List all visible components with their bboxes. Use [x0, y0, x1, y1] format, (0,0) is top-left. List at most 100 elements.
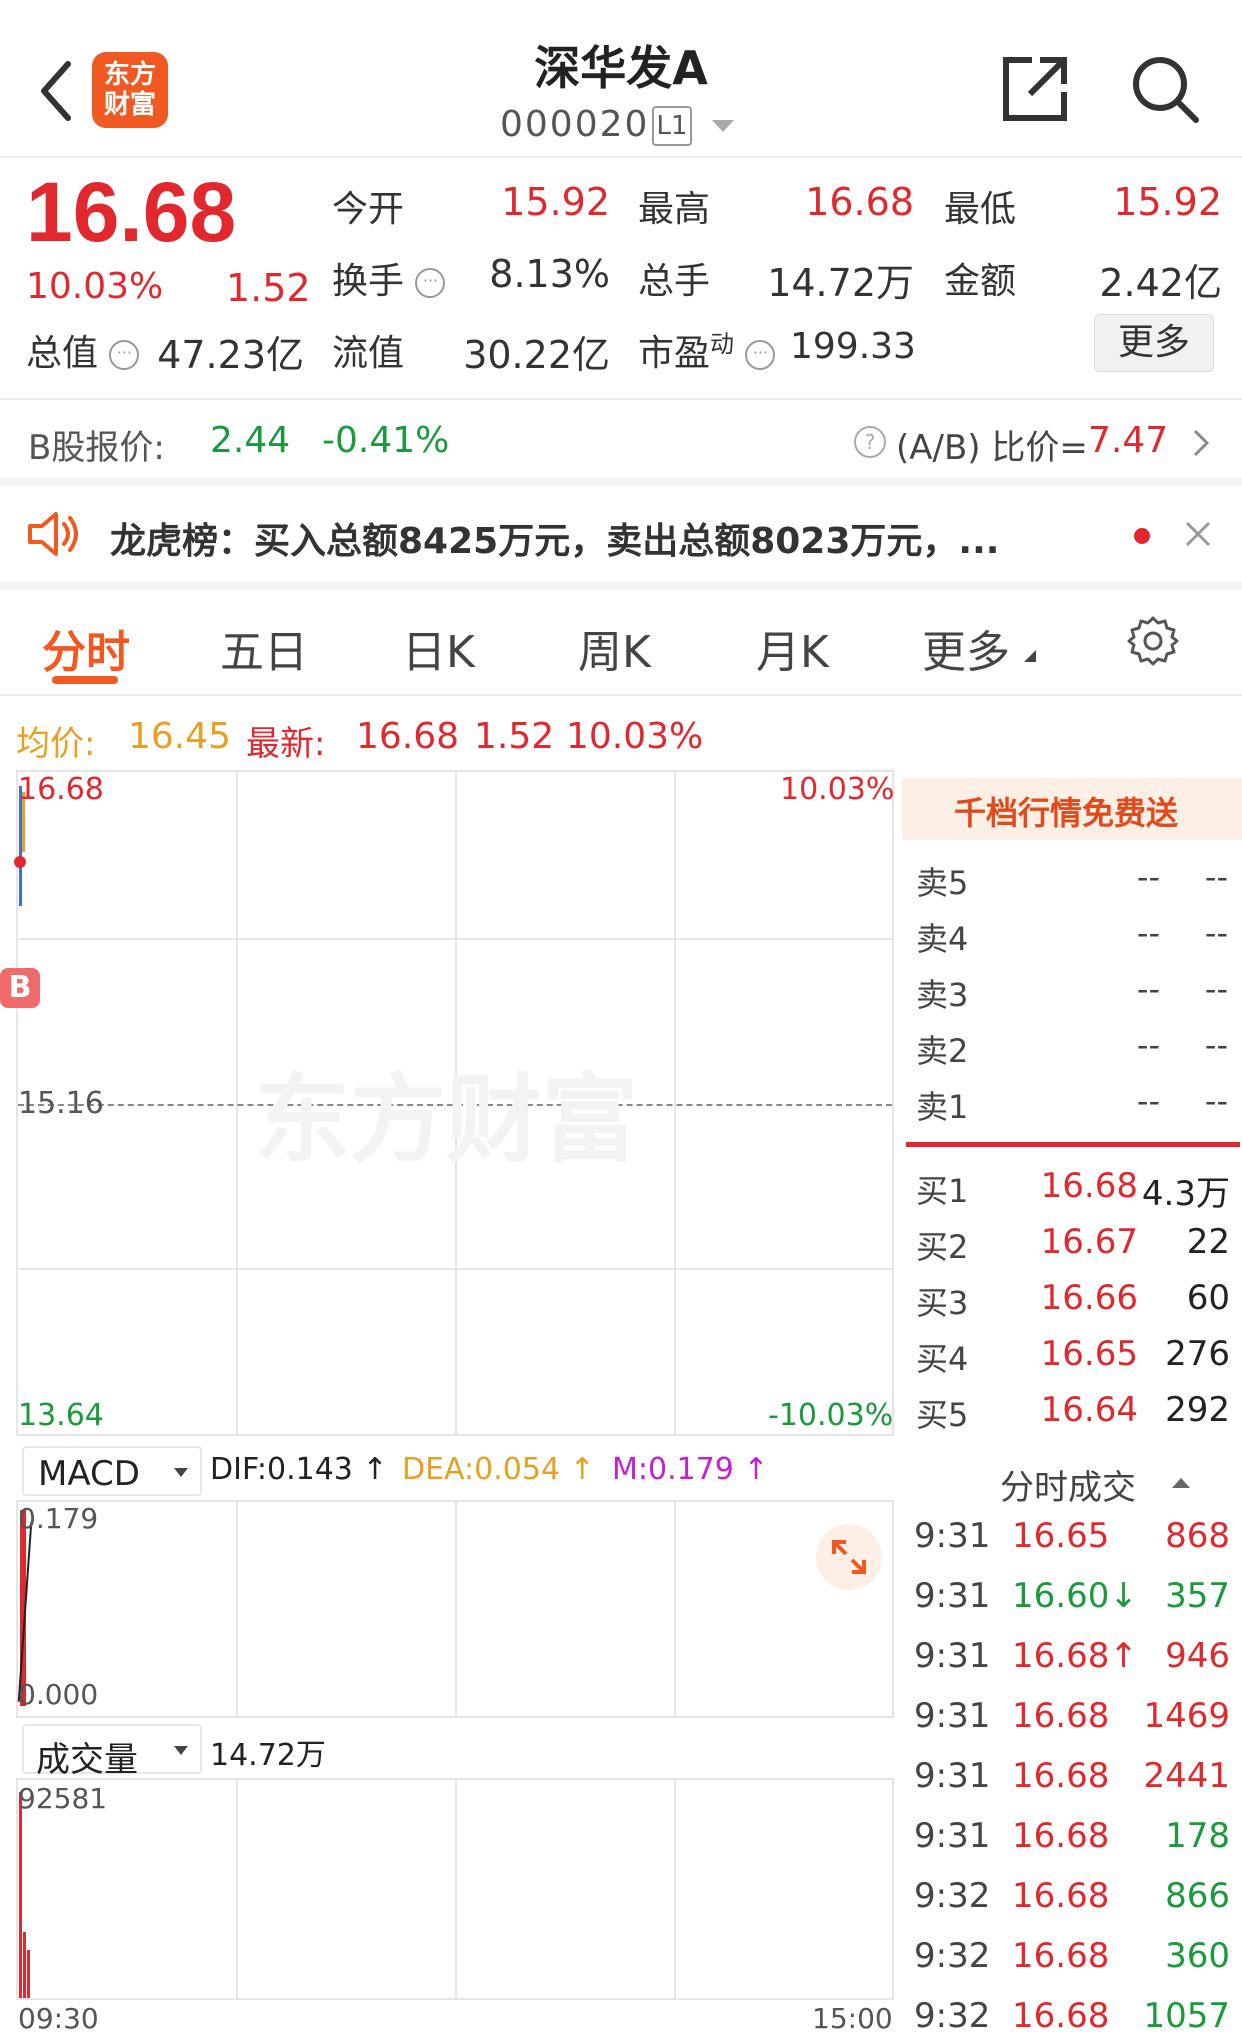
tick-price: 16.68 — [1012, 1936, 1110, 1976]
macd-selector[interactable]: MACD — [22, 1446, 202, 1496]
tick-volume: 357 — [1165, 1576, 1230, 1616]
bshare-change: -0.41% — [322, 420, 450, 461]
tick-time: 9:32 — [914, 1996, 991, 2034]
tick-volume: 2441 — [1143, 1756, 1230, 1796]
tick-time: 9:31 — [914, 1576, 991, 1616]
mktcap-label: 总值 ··· — [26, 324, 140, 376]
expand-button[interactable] — [816, 1524, 882, 1590]
amount-value: 2.42亿 — [1099, 261, 1222, 305]
ask-row[interactable]: 卖4 -- -- — [902, 908, 1242, 960]
bid-row[interactable]: 买2 16.67 22 — [902, 1216, 1242, 1268]
latest-change: 1.52 — [474, 716, 555, 757]
info-icon[interactable]: ··· — [415, 268, 446, 298]
help-icon[interactable]: ? — [854, 426, 886, 458]
tick-row: 9:31 16.68 2441 — [902, 1750, 1242, 1806]
turnover-label: 换手 ··· — [332, 252, 446, 304]
tab-weekly-k[interactable]: 周K — [578, 616, 651, 680]
intraday-chart[interactable]: 东方财富 — [14, 770, 894, 1436]
time-end: 15:00 — [812, 2002, 893, 2034]
close-icon[interactable] — [1184, 520, 1212, 548]
ab-ratio-label: (A/B) 比价= — [896, 428, 1088, 468]
ask-row[interactable]: 卖5 -- -- — [902, 852, 1242, 904]
change-amount: 1.52 — [226, 266, 311, 310]
tick-time: 9:31 — [914, 1696, 991, 1736]
time-start: 09:30 — [18, 2002, 99, 2034]
macd-chart[interactable] — [16, 1500, 894, 1718]
macd-dea: DEA:0.054 ↑ — [402, 1452, 595, 1487]
volume-bar — [19, 1792, 22, 1998]
search-button[interactable] — [1130, 54, 1200, 124]
bshare-label: B股报价: — [28, 428, 165, 468]
volume-bar — [23, 1932, 26, 1998]
buy-point-marker[interactable]: B — [0, 968, 40, 1008]
ask-label: 卖5 — [916, 864, 969, 902]
tick-row: 9:31 16.60↓ 357 — [902, 1570, 1242, 1626]
search-icon — [1133, 57, 1199, 123]
tick-volume: 360 — [1165, 1936, 1230, 1976]
watermark: 东方财富 — [254, 1064, 638, 1176]
chevron-down-icon[interactable] — [712, 120, 734, 132]
bid-row[interactable]: 买3 16.66 60 — [902, 1272, 1242, 1324]
ask-row[interactable]: 卖2 -- -- — [902, 1020, 1242, 1072]
volume-selector-label: 成交量 — [36, 1740, 138, 1780]
ask-volume: -- — [1204, 858, 1228, 896]
pe-label: 市盈动 ··· — [638, 324, 776, 376]
ask-row[interactable]: 卖1 -- -- — [902, 1076, 1242, 1128]
tab-more[interactable]: 更多 — [922, 616, 1010, 680]
low-value: 15.92 — [1113, 180, 1222, 224]
tick-price: 16.65 — [1012, 1516, 1110, 1556]
orderbook-banner[interactable]: 千档行情免费送 — [902, 778, 1242, 840]
bid-row[interactable]: 买1 16.68 4.3万 — [902, 1160, 1242, 1214]
tick-price: 16.68 — [1012, 1756, 1110, 1796]
tick-time: 9:32 — [914, 1936, 991, 1976]
bshare-row[interactable]: B股报价: 2.44 -0.41% ? (A/B) 比价= 7.47 — [0, 400, 1242, 480]
tick-price: 16.68 — [1012, 1876, 1110, 1916]
tick-volume: 946 — [1165, 1636, 1230, 1676]
chart-bottom-percent: -10.03% — [768, 1398, 894, 1433]
bid-volume: 292 — [1165, 1390, 1230, 1430]
ticks-header[interactable]: 分时成交 — [902, 1456, 1242, 1508]
tick-row: 9:31 16.68↑ 946 — [902, 1630, 1242, 1686]
tick-volume: 866 — [1165, 1876, 1230, 1916]
latest-label: 最新: — [246, 724, 326, 764]
ab-ratio-value: 7.47 — [1088, 420, 1169, 461]
collapse-icon — [1172, 1478, 1190, 1488]
low-label: 最低 — [944, 189, 1017, 230]
ask-bid-separator — [906, 1142, 1240, 1147]
bid-volume: 4.3万 — [1141, 1174, 1230, 1214]
chart-bottom-price: 13.64 — [18, 1398, 104, 1433]
notice-bar[interactable]: 龙虎榜：买入总额8425万元，卖出总额8023万元，... — [0, 486, 1242, 582]
tab-intraday[interactable]: 分时 — [42, 616, 130, 680]
ask-volume: -- — [1204, 1082, 1228, 1120]
avg-label: 均价: — [16, 724, 96, 764]
macd-top-value: 0.179 — [18, 1502, 99, 1535]
volume-chart[interactable] — [16, 1778, 894, 2000]
tab-daily-k[interactable]: 日K — [402, 616, 475, 680]
tab-five-day[interactable]: 五日 — [220, 616, 308, 680]
gear-icon[interactable] — [1126, 614, 1180, 668]
level-badge[interactable]: L1 — [652, 106, 692, 146]
caret-down-icon — [174, 1746, 188, 1755]
volume-selector[interactable]: 成交量 — [22, 1724, 202, 1780]
info-icon[interactable]: ··· — [109, 340, 140, 370]
bid-volume: 22 — [1186, 1222, 1230, 1262]
bid-price: 16.68 — [1040, 1166, 1138, 1206]
chart-top-price: 16.68 — [18, 772, 104, 807]
tab-monthly-k[interactable]: 月K — [756, 616, 829, 680]
bid-row[interactable]: 买4 16.65 276 — [902, 1328, 1242, 1380]
latest-percent: 10.03% — [566, 716, 704, 757]
high-label: 最高 — [638, 189, 711, 230]
info-icon[interactable]: ··· — [745, 340, 776, 370]
mktcap-value: 47.23亿 — [157, 333, 304, 377]
bid-row[interactable]: 买5 16.64 292 — [902, 1384, 1242, 1436]
ask-label: 卖2 — [916, 1032, 969, 1070]
share-button[interactable] — [1000, 54, 1070, 124]
active-tab-indicator — [52, 676, 118, 684]
bid-label: 买2 — [916, 1228, 969, 1266]
macd-dif: DIF:0.143 ↑ — [210, 1452, 388, 1487]
latest-value: 16.68 — [356, 716, 460, 757]
macd-selector-label: MACD — [38, 1454, 140, 1494]
ask-row[interactable]: 卖3 -- -- — [902, 964, 1242, 1016]
ask-label: 卖3 — [916, 976, 969, 1014]
more-button[interactable]: 更多 — [1094, 314, 1214, 372]
